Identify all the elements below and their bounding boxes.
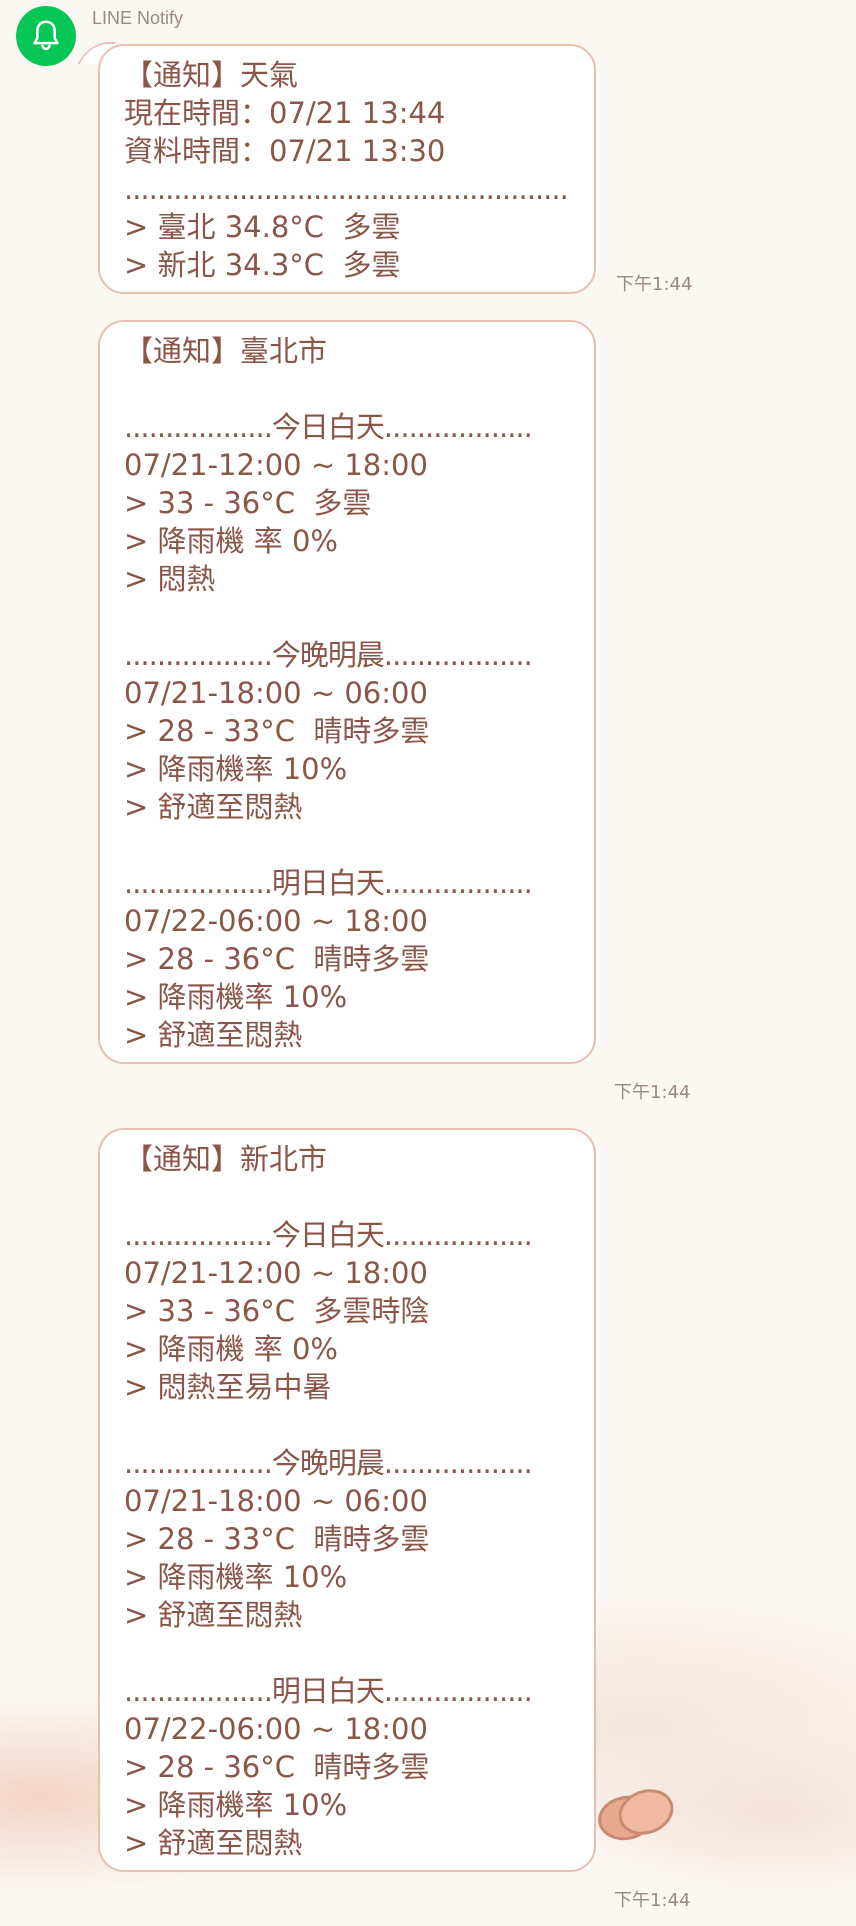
sender-name: LINE Notify bbox=[92, 8, 184, 28]
message-text-line: > 28 - 36°C 晴時多雲 bbox=[124, 942, 430, 976]
message-time: 下午1:44 bbox=[614, 1890, 691, 1911]
message-text-line: > 33 - 36°C 多雲 bbox=[124, 486, 372, 520]
message-text-line: 07/22-06:00 ~ 18:00 bbox=[124, 1712, 428, 1746]
message-text-line: > 新北 34.3°C 多雲 bbox=[124, 248, 401, 282]
message-text-line: > 降雨機率 10% bbox=[124, 1788, 348, 1822]
message-text-line: > 28 - 36°C 晴時多雲 bbox=[124, 1750, 430, 1784]
message-bubble-taipei-forecast[interactable]: 【通知】臺北市 ..................今日白天...........… bbox=[98, 320, 596, 1064]
message-text-line: > 降雨機 率 0% bbox=[124, 524, 338, 558]
message-section-divider: ..................今日白天.................. bbox=[124, 410, 533, 444]
message-text-line: 資料時間：07/21 13:30 bbox=[124, 134, 446, 168]
bell-icon bbox=[33, 20, 59, 51]
message-text-line: > 舒適至悶熱 bbox=[124, 1598, 303, 1632]
message-text-line: > 舒適至悶熱 bbox=[124, 790, 303, 824]
message-text-line: > 28 - 33°C 晴時多雲 bbox=[124, 714, 430, 748]
message-text-line: 07/21-18:00 ~ 06:00 bbox=[124, 676, 428, 710]
message-section-divider: ..................明日白天.................. bbox=[124, 866, 533, 900]
message-text-line: 【通知】新北市 bbox=[124, 1142, 328, 1176]
message-text-line: 07/21-18:00 ~ 06:00 bbox=[124, 1484, 428, 1518]
message-text-line: > 臺北 34.8°C 多雲 bbox=[124, 210, 401, 244]
message-text-line: > 悶熱 bbox=[124, 562, 216, 596]
message-text-line: > 降雨機 率 0% bbox=[124, 1332, 338, 1366]
message-text-line: 07/22-06:00 ~ 18:00 bbox=[124, 904, 428, 938]
message-text-line: > 舒適至悶熱 bbox=[124, 1018, 303, 1052]
message-section-divider: ........................................… bbox=[124, 172, 570, 206]
message-bubble-weather-summary[interactable]: 【通知】天氣現在時間：07/21 13:44 資料時間：07/21 13:30..… bbox=[98, 44, 596, 294]
message-section-divider: ..................明日白天.................. bbox=[124, 1674, 533, 1708]
message-text-line: 07/21-12:00 ~ 18:00 bbox=[124, 448, 428, 482]
message-text-line: 【通知】臺北市 bbox=[124, 334, 328, 368]
message-section-divider: ..................今晚明晨.................. bbox=[124, 1446, 533, 1480]
message-section-divider: ..................今晚明晨.................. bbox=[124, 638, 533, 672]
message-text-line: > 降雨機率 10% bbox=[124, 1560, 348, 1594]
message-text-line: > 降雨機率 10% bbox=[124, 980, 348, 1014]
message-text-line: > 28 - 33°C 晴時多雲 bbox=[124, 1522, 430, 1556]
message-section-divider: ..................今日白天.................. bbox=[124, 1218, 533, 1252]
message-text-line: > 舒適至悶熱 bbox=[124, 1826, 303, 1860]
message-time: 下午1:44 bbox=[614, 1082, 691, 1103]
message-text-line: 現在時間：07/21 13:44 bbox=[124, 96, 446, 130]
message-text-line: > 悶熱至易中暑 bbox=[124, 1370, 332, 1404]
message-text-line: 07/21-12:00 ~ 18:00 bbox=[124, 1256, 428, 1290]
message-bubble-new-taipei-forecast[interactable]: 【通知】新北市 ..................今日白天...........… bbox=[98, 1128, 596, 1872]
sender-avatar[interactable] bbox=[16, 6, 76, 66]
message-time: 下午1:44 bbox=[616, 274, 693, 295]
message-text-line: 【通知】天氣 bbox=[124, 58, 299, 92]
message-text-line: > 降雨機率 10% bbox=[124, 752, 348, 786]
message-text-line: > 33 - 36°C 多雲時陰 bbox=[124, 1294, 430, 1328]
